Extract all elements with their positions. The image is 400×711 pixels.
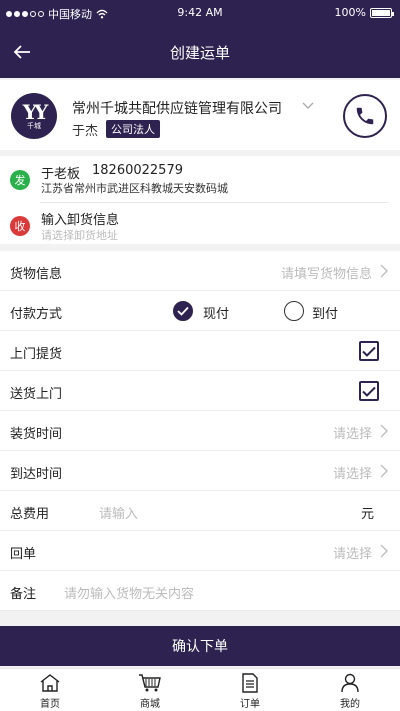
company-name: 常州千城共配供应链管理有限公司 (72, 101, 282, 117)
chevron-down-icon[interactable] (302, 102, 314, 110)
cart-icon (139, 674, 161, 692)
payment-option-now-radio[interactable] (173, 301, 193, 321)
chevron-right-icon (380, 464, 388, 478)
check-icon (362, 386, 376, 397)
payment-option-arrival-label[interactable]: 到付 (312, 303, 338, 322)
tab-orders[interactable]: 订单 (200, 669, 300, 711)
pickup-row[interactable]: 上门提货 (0, 331, 400, 371)
company-logo: YY 千城 (11, 93, 57, 139)
arrive-time-hint: 请选择 (332, 467, 372, 482)
chevron-right-icon (380, 424, 388, 438)
payment-label: 付款方式 (10, 307, 63, 322)
pickup-checkbox[interactable] (359, 341, 379, 361)
payment-row: 付款方式 现付 到付 (0, 291, 400, 331)
payment-option-now-label[interactable]: 现付 (203, 303, 229, 322)
remark-label: 备注 (10, 587, 37, 602)
phone-icon (356, 107, 374, 125)
divider (40, 202, 388, 203)
load-time-row[interactable]: 装货时间 请选择 (0, 411, 400, 451)
payment-option-arrival-radio[interactable] (284, 301, 304, 321)
total-fee-label: 总费用 (10, 507, 50, 522)
tab-orders-label: 订单 (240, 699, 260, 710)
delivery-row[interactable]: 送货上门 (0, 371, 400, 411)
goods-info-label: 货物信息 (10, 267, 63, 282)
tab-home-label: 首页 (40, 699, 60, 710)
role-badge: 公司法人 (106, 120, 160, 138)
sender-phone[interactable]: 18260022579 (92, 163, 183, 178)
total-fee-input[interactable]: 请输入 (99, 503, 138, 522)
document-icon (242, 673, 258, 693)
tab-mine-label: 我的 (340, 699, 360, 710)
sender-address[interactable]: 江苏省常州市武进区科教城天安数码城 (41, 180, 228, 196)
address-card: 发 于老板 18260022579 江苏省常州市武进区科教城天安数码城 收 输入… (0, 156, 400, 244)
receiver-address-hint[interactable]: 请选择卸货地址 (41, 227, 118, 243)
sender-tag: 发 (10, 170, 30, 190)
battery-icon (370, 7, 394, 18)
battery-percent: 100% (334, 6, 366, 19)
company-person: 于杰 (72, 124, 99, 139)
arrive-time-row[interactable]: 到达时间 请选择 (0, 451, 400, 491)
page-title: 创建运单 (169, 44, 230, 62)
receipt-row[interactable]: 回单 请选择 (0, 531, 400, 571)
total-fee-unit: 元 (360, 507, 374, 522)
receipt-hint: 请选择 (332, 547, 372, 562)
logo-mark-icon: YY (22, 99, 49, 124)
check-icon (177, 306, 189, 316)
remark-row: 备注 请勿输入货物无关内容 (0, 571, 400, 611)
user-icon (341, 673, 359, 693)
logo-text: 千城 (27, 121, 41, 130)
delivery-label: 送货上门 (10, 387, 63, 402)
home-icon (40, 674, 60, 692)
company-card[interactable]: YY 千城 常州千城共配供应链管理有限公司 于杰 公司法人 (0, 80, 400, 150)
goods-info-hint: 请填写货物信息 (280, 267, 372, 282)
check-icon (362, 346, 376, 357)
remark-input[interactable]: 请勿输入货物无关内容 (64, 583, 194, 602)
receiver-input-label[interactable]: 输入卸货信息 (41, 209, 119, 228)
load-time-hint: 请选择 (332, 427, 372, 442)
submit-order-button[interactable]: 确认下单 (0, 626, 400, 666)
tab-bar: 首页 商城 订单 我的 (0, 668, 400, 711)
status-bar: 中国移动 9:42 AM 100% (0, 0, 400, 26)
receiver-tag: 收 (10, 216, 30, 236)
tab-mall[interactable]: 商城 (100, 669, 200, 711)
pickup-label: 上门提货 (10, 347, 63, 362)
delivery-checkbox[interactable] (359, 381, 379, 401)
load-time-label: 装货时间 (10, 427, 63, 442)
arrive-time-label: 到达时间 (10, 467, 63, 482)
total-fee-row: 总费用 请输入 元 (0, 491, 400, 531)
chevron-right-icon (380, 264, 388, 278)
receipt-label: 回单 (10, 547, 37, 562)
tab-mall-label: 商城 (140, 699, 160, 710)
tab-mine[interactable]: 我的 (300, 669, 400, 711)
goods-info-row[interactable]: 货物信息 请填写货物信息 (0, 251, 400, 291)
call-button[interactable] (343, 94, 387, 138)
chevron-right-icon (380, 544, 388, 558)
tab-home[interactable]: 首页 (0, 669, 100, 711)
nav-bar: 创建运单 (0, 26, 400, 78)
